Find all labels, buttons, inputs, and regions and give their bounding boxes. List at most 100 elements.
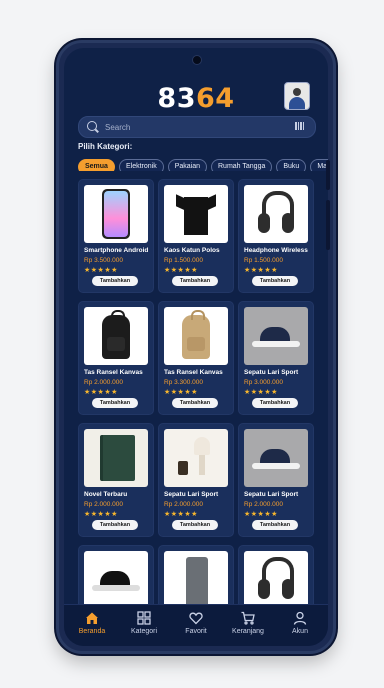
product-name: Sepatu Lari Sport — [244, 369, 299, 376]
product-name: Smartphone Android V1 — [84, 247, 150, 254]
nav-akun[interactable]: Akun — [274, 609, 326, 643]
product-card[interactable] — [238, 545, 314, 609]
product-price: Rp 2.000.000 — [84, 501, 124, 508]
product-name: Headphone Wireless — [244, 247, 308, 254]
add-to-cart-button[interactable]: Tambahkan — [172, 276, 218, 286]
headphone-icon — [258, 557, 294, 601]
product-name: Tas Ransel Kanvas — [84, 369, 143, 376]
product-image-headphone — [244, 551, 308, 609]
add-to-cart-button[interactable]: Tambahkan — [92, 398, 138, 408]
product-price: Rp 3.500.000 — [84, 257, 124, 264]
front-camera — [192, 55, 202, 65]
heart-icon — [189, 612, 203, 625]
product-card[interactable]: Sepatu Lari Sport Rp 2.000.000 ★★★★★ Tam… — [238, 423, 314, 537]
add-to-cart-button[interactable]: Tambahkan — [92, 520, 138, 530]
chip-pakaian[interactable]: Pakaian — [167, 159, 207, 171]
nav-favorit[interactable]: Favorit — [170, 609, 222, 643]
product-grid: Smartphone Android V1 Rp 3.500.000 ★★★★★… — [78, 179, 318, 609]
product-price: Rp 1.500.000 — [164, 257, 204, 264]
product-rating: ★★★★★ — [164, 267, 198, 274]
barcode-scan-icon[interactable] — [295, 121, 305, 131]
shoe-icon — [250, 325, 302, 351]
category-chips: SemuaElektronikPakaianRumah TanggaBukuMa… — [78, 155, 328, 171]
product-name: Novel Terbaru — [84, 491, 128, 498]
nav-label: Favorit — [185, 628, 207, 635]
product-name: Sepatu Lari Sport — [164, 491, 219, 498]
product-price: Rp 3.300.000 — [164, 379, 204, 386]
chip-rumah-tangga[interactable]: Rumah Tangga — [211, 159, 273, 171]
product-card[interactable]: Kaos Katun Polos Rp 1.500.000 ★★★★★ Tamb… — [158, 179, 234, 293]
product-image-smartphone — [84, 185, 148, 243]
product-image-novel — [84, 429, 148, 487]
nav-label: Kategori — [130, 628, 158, 635]
backpack-icon — [182, 310, 210, 359]
product-card[interactable] — [78, 545, 154, 609]
product-image-home-decor — [164, 429, 228, 487]
grid-icon — [137, 611, 151, 625]
avatar[interactable] — [284, 82, 310, 110]
product-card[interactable]: Sepatu Lari Sport Rp 3.000.000 ★★★★★ Tam… — [238, 301, 314, 415]
product-price: Rp 1.500.000 — [244, 257, 284, 264]
product-rating: ★★★★★ — [84, 267, 118, 274]
product-card[interactable]: Sepatu Lari Sport Rp 2.000.000 ★★★★★ Tam… — [158, 423, 234, 537]
product-price: Rp 2.000.000 — [244, 501, 284, 508]
product-image-backpack-canvas — [164, 307, 228, 365]
app-screen: 8364 Pilih Kategori: SemuaElektronikPaka… — [64, 48, 328, 646]
product-price: Rp 2.000.000 — [164, 501, 204, 508]
product-rating: ★★★★★ — [244, 389, 278, 396]
search-icon — [87, 121, 97, 131]
mug-icon — [178, 461, 188, 475]
logo-part-orange: 64 — [196, 83, 235, 114]
search-bar[interactable] — [78, 116, 316, 138]
nav-keranjang[interactable]: Keranjang — [222, 609, 274, 643]
product-card[interactable]: Headphone Wireless Rp 1.500.000 ★★★★★ Ta… — [238, 179, 314, 293]
product-image-sneaker — [84, 551, 148, 609]
product-price: Rp 2.000.000 — [84, 379, 124, 386]
shoe-icon — [250, 447, 302, 473]
add-to-cart-button[interactable]: Tambahkan — [172, 520, 218, 530]
nav-beranda[interactable]: Beranda — [66, 609, 118, 643]
product-image-backpack-black — [84, 307, 148, 365]
product-card[interactable]: Novel Terbaru Rp 2.000.000 ★★★★★ Tambahk… — [78, 423, 154, 537]
volume-button — [326, 160, 330, 190]
add-to-cart-button[interactable]: Tambahkan — [92, 276, 138, 286]
chip-elektronik[interactable]: Elektronik — [118, 159, 164, 171]
add-to-cart-button[interactable]: Tambahkan — [252, 276, 298, 286]
search-input[interactable] — [103, 119, 287, 136]
smartphone-icon — [102, 189, 130, 239]
book-icon — [100, 435, 135, 481]
add-to-cart-button[interactable]: Tambahkan — [252, 520, 298, 530]
product-rating: ★★★★★ — [244, 267, 278, 274]
product-card[interactable]: Tas Ransel Kanvas Rp 2.000.000 ★★★★★ Tam… — [78, 301, 154, 415]
nav-label: Akun — [292, 628, 308, 635]
avatar-body — [289, 97, 305, 109]
home-icon — [86, 612, 98, 624]
product-image-stand — [164, 551, 228, 609]
product-card[interactable] — [158, 545, 234, 609]
product-image-running-shoe — [244, 429, 308, 487]
nav-kategori[interactable]: Kategori — [118, 609, 170, 643]
headphone-icon — [258, 191, 294, 235]
product-name: Tas Ransel Kanvas — [164, 369, 223, 376]
product-name: Sepatu Lari Sport — [244, 491, 299, 498]
product-rating: ★★★★★ — [84, 511, 118, 518]
product-card[interactable]: Smartphone Android V1 Rp 3.500.000 ★★★★★… — [78, 179, 154, 293]
product-price: Rp 3.000.000 — [244, 379, 284, 386]
shoe-icon — [90, 569, 142, 595]
add-to-cart-button[interactable]: Tambahkan — [252, 398, 298, 408]
product-image-running-shoe — [244, 307, 308, 365]
product-card[interactable]: Tas Ransel Kanvas Rp 3.300.000 ★★★★★ Tam… — [158, 301, 234, 415]
product-rating: ★★★★★ — [244, 511, 278, 518]
product-rating: ★★★★★ — [164, 389, 198, 396]
chip-semua[interactable]: Semua — [78, 159, 115, 171]
product-rating: ★★★★★ — [164, 511, 198, 518]
user-icon — [293, 611, 307, 625]
logo-part-white: 83 — [157, 83, 196, 114]
add-to-cart-button[interactable]: Tambahkan — [172, 398, 218, 408]
chip-buku[interactable]: Buku — [276, 159, 307, 171]
bag-icon — [186, 557, 208, 607]
product-rating: ★★★★★ — [84, 389, 118, 396]
backpack-icon — [102, 310, 130, 359]
lamp-icon — [194, 437, 210, 455]
cart-icon — [241, 611, 255, 625]
